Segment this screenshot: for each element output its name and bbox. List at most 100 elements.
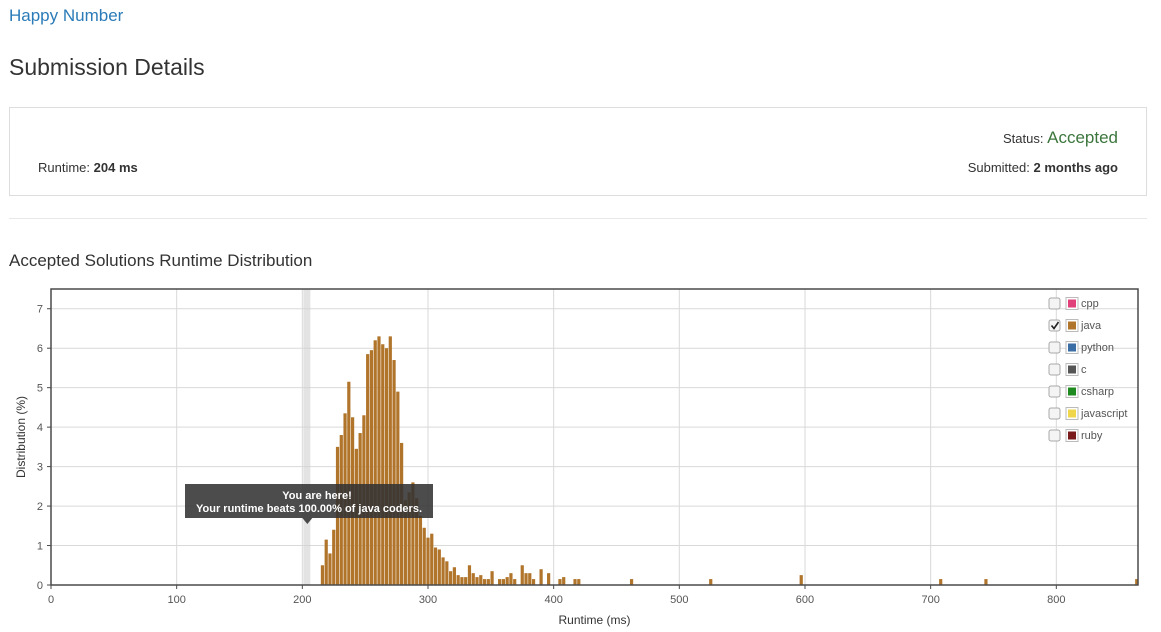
chart-bars: [320, 336, 1139, 585]
legend-item-c[interactable]: c: [1048, 363, 1087, 377]
chart-bar[interactable]: [433, 547, 438, 585]
legend-checkbox[interactable]: [1048, 319, 1061, 332]
legend-item-csharp[interactable]: csharp: [1048, 385, 1114, 399]
x-tick-label: 200: [293, 594, 311, 606]
submission-page: Happy Number Submission Details Runtime:…: [0, 0, 1161, 632]
chart-bar[interactable]: [471, 573, 475, 585]
chart-bar[interactable]: [320, 565, 325, 585]
status-label: Status:: [1003, 131, 1044, 146]
chart-bar[interactable]: [547, 573, 551, 585]
chart-bar[interactable]: [460, 577, 464, 585]
chart-bar[interactable]: [562, 577, 566, 585]
legend-checkbox[interactable]: [1048, 341, 1061, 354]
legend-swatch: [1068, 431, 1076, 440]
section-divider: [9, 218, 1147, 219]
chart-bar[interactable]: [573, 579, 577, 585]
chart-bar[interactable]: [366, 354, 370, 585]
page-title: Submission Details: [9, 54, 205, 80]
chart-bar[interactable]: [456, 575, 460, 585]
tooltip-title: You are here!: [282, 490, 352, 502]
x-axis-ticks: 0 100 200 300 400 500 600 700 800: [48, 585, 1065, 606]
chart-bar[interactable]: [449, 571, 453, 585]
chart-bar[interactable]: [437, 549, 441, 585]
chart-bar[interactable]: [498, 579, 502, 585]
legend-item-ruby[interactable]: ruby: [1048, 429, 1103, 443]
x-tick-label: 400: [544, 594, 562, 606]
y-tick-label: 2: [37, 501, 43, 513]
chart-bar[interactable]: [388, 336, 392, 585]
chart-bar[interactable]: [324, 539, 328, 585]
chart-bar[interactable]: [479, 575, 483, 585]
y-axis-ticks: 0 1 2 3 4 5 6 7: [37, 304, 51, 592]
chart-bar[interactable]: [332, 529, 336, 585]
chart-bar[interactable]: [539, 569, 543, 585]
legend-checkbox[interactable]: [1048, 363, 1061, 376]
submitted-value: 2 months ago: [1033, 160, 1118, 175]
y-axis-title: Distribution (%): [14, 396, 28, 478]
chart-bar[interactable]: [464, 577, 468, 585]
chart-bar[interactable]: [445, 561, 449, 585]
chart-bar[interactable]: [384, 348, 389, 585]
legend-label: c: [1081, 364, 1087, 376]
legend-label: java: [1080, 320, 1102, 332]
chart-bar[interactable]: [709, 579, 713, 585]
chart-bar[interactable]: [531, 579, 536, 585]
chart-bar[interactable]: [509, 573, 513, 585]
chart-bar[interactable]: [441, 557, 445, 585]
chart-bar[interactable]: [501, 579, 505, 585]
chart-bar[interactable]: [373, 340, 377, 585]
chart-bar[interactable]: [799, 575, 803, 585]
chart-bar[interactable]: [467, 565, 472, 585]
runtime-label: Runtime:: [38, 160, 91, 175]
chart-bar[interactable]: [505, 577, 509, 585]
problem-title-link[interactable]: Happy Number: [9, 6, 123, 26]
chart-bar[interactable]: [524, 573, 528, 585]
chart-bar[interactable]: [347, 381, 351, 585]
y-tick-label: 6: [37, 343, 43, 355]
chart-bar[interactable]: [381, 344, 385, 585]
chart-bar[interactable]: [377, 336, 381, 585]
legend-item-javascript[interactable]: javascript: [1048, 407, 1127, 421]
chart-bar[interactable]: [486, 579, 490, 585]
chart-bar[interactable]: [452, 567, 456, 585]
chart-bar[interactable]: [328, 553, 332, 585]
chart-bar[interactable]: [430, 533, 434, 585]
your-runtime-highlight: [303, 289, 311, 585]
submitted-label: Submitted:: [967, 160, 1030, 175]
chart-bar[interactable]: [520, 565, 524, 585]
chart-bar[interactable]: [422, 527, 426, 585]
chart-bar[interactable]: [482, 579, 487, 585]
legend-checkbox[interactable]: [1048, 429, 1061, 442]
chart-section-title: Accepted Solutions Runtime Distribution: [9, 251, 313, 270]
y-tick-label: 4: [37, 422, 43, 434]
chart-bar[interactable]: [426, 537, 430, 585]
chart-bar[interactable]: [513, 579, 517, 585]
chart-bar[interactable]: [418, 515, 423, 585]
legend-checkbox[interactable]: [1048, 407, 1061, 420]
runtime-distribution-chart: 0 100 200 300 400 500 600 700 800 0 1 2 3 4 5 6 7 Runti…: [14, 288, 1139, 627]
runtime-tooltip: You are here! Your runtime beats 100.00%…: [185, 484, 433, 524]
chart-bar[interactable]: [528, 573, 532, 585]
legend-label: csharp: [1081, 386, 1114, 398]
chart-legend: cpp java python c csharp javascript ruby: [1048, 297, 1127, 443]
chart-bar[interactable]: [939, 579, 943, 585]
x-tick-label: 0: [48, 594, 54, 606]
legend-item-python[interactable]: python: [1048, 341, 1114, 355]
chart-bar[interactable]: [629, 579, 634, 585]
status-badge[interactable]: Accepted: [1047, 128, 1118, 147]
legend-checkbox[interactable]: [1048, 297, 1061, 310]
chart-bar[interactable]: [558, 579, 562, 585]
legend-item-cpp[interactable]: cpp: [1048, 297, 1099, 311]
chart-bar[interactable]: [490, 571, 494, 585]
legend-checkbox[interactable]: [1048, 385, 1061, 398]
legend-label: cpp: [1081, 298, 1099, 310]
chart-bar[interactable]: [475, 577, 479, 585]
chart-grid: [51, 289, 1138, 585]
chart-bar[interactable]: [984, 579, 988, 585]
y-tick-label: 5: [37, 383, 43, 395]
runtime-value: 204 ms: [93, 160, 138, 175]
chart-bar[interactable]: [577, 579, 581, 585]
legend-item-java[interactable]: java: [1048, 319, 1102, 333]
chart-bar[interactable]: [369, 350, 374, 585]
chart-bar[interactable]: [392, 360, 396, 585]
